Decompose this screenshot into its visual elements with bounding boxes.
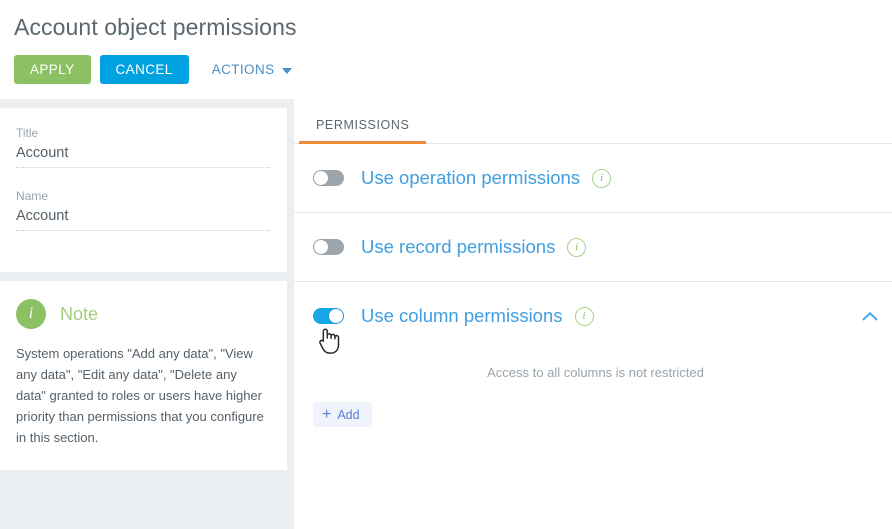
info-icon[interactable]: i	[574, 306, 594, 326]
note-title: Note	[60, 303, 99, 324]
actions-menu-label: ACTIONS	[211, 62, 275, 77]
permission-label-record[interactable]: Use record permissions	[361, 236, 555, 258]
add-button-label: Add	[337, 407, 360, 422]
add-column-permission-button[interactable]: + Add	[313, 402, 372, 427]
toggle-use-operation-permissions[interactable]	[313, 170, 344, 186]
tab-permissions[interactable]: PERMISSIONS	[299, 118, 427, 144]
field-name: Name Account	[16, 189, 270, 231]
cancel-button[interactable]: CANCEL	[99, 55, 189, 84]
action-toolbar: APPLY CANCEL ACTIONS	[14, 55, 892, 84]
permission-label-column[interactable]: Use column permissions	[361, 305, 563, 327]
info-icon: i	[16, 299, 46, 329]
chevron-up-icon[interactable]	[862, 311, 878, 322]
permission-row-column: Use column permissions i	[294, 282, 892, 350]
field-title-value[interactable]: Account	[16, 144, 270, 168]
left-sidebar: Title Account Name Account i Note System…	[0, 99, 287, 470]
apply-button[interactable]: APPLY	[14, 55, 91, 84]
column-permissions-section: Access to all columns is not restricted …	[294, 350, 892, 427]
toggle-knob	[314, 240, 328, 254]
info-icon[interactable]: i	[592, 168, 612, 188]
field-name-value[interactable]: Account	[16, 207, 270, 231]
field-title-label: Title	[16, 126, 39, 140]
info-icon[interactable]: i	[567, 237, 587, 257]
chevron-down-icon	[281, 67, 292, 74]
page-content: Title Account Name Account i Note System…	[0, 99, 892, 529]
page-title: Account object permissions	[14, 14, 297, 40]
permission-label-operation[interactable]: Use operation permissions	[361, 167, 580, 189]
permission-row-operation: Use operation permissions i	[294, 144, 892, 213]
note-header: i Note	[16, 299, 269, 329]
object-fields-panel: Title Account Name Account	[0, 108, 287, 272]
field-name-label: Name	[16, 189, 49, 203]
toggle-use-record-permissions[interactable]	[313, 239, 344, 255]
page-header: Account object permissions APPLY CANCEL …	[0, 0, 892, 99]
plus-icon: +	[322, 405, 332, 423]
toggle-knob	[329, 309, 343, 323]
tab-bar: PERMISSIONS	[294, 99, 892, 144]
note-text: System operations "Add any data", "View …	[16, 346, 264, 445]
permission-row-record: Use record permissions i	[294, 213, 892, 282]
field-title: Title Account	[16, 126, 270, 168]
empty-state-message: Access to all columns is not restricted	[487, 365, 704, 380]
note-panel: i Note System operations "Add any data",…	[0, 281, 287, 470]
toggle-use-column-permissions[interactable]	[313, 308, 344, 324]
actions-menu-button[interactable]: ACTIONS	[212, 55, 292, 84]
toggle-knob	[314, 171, 328, 185]
permissions-panel: PERMISSIONS Use operation permissions i …	[294, 99, 892, 529]
